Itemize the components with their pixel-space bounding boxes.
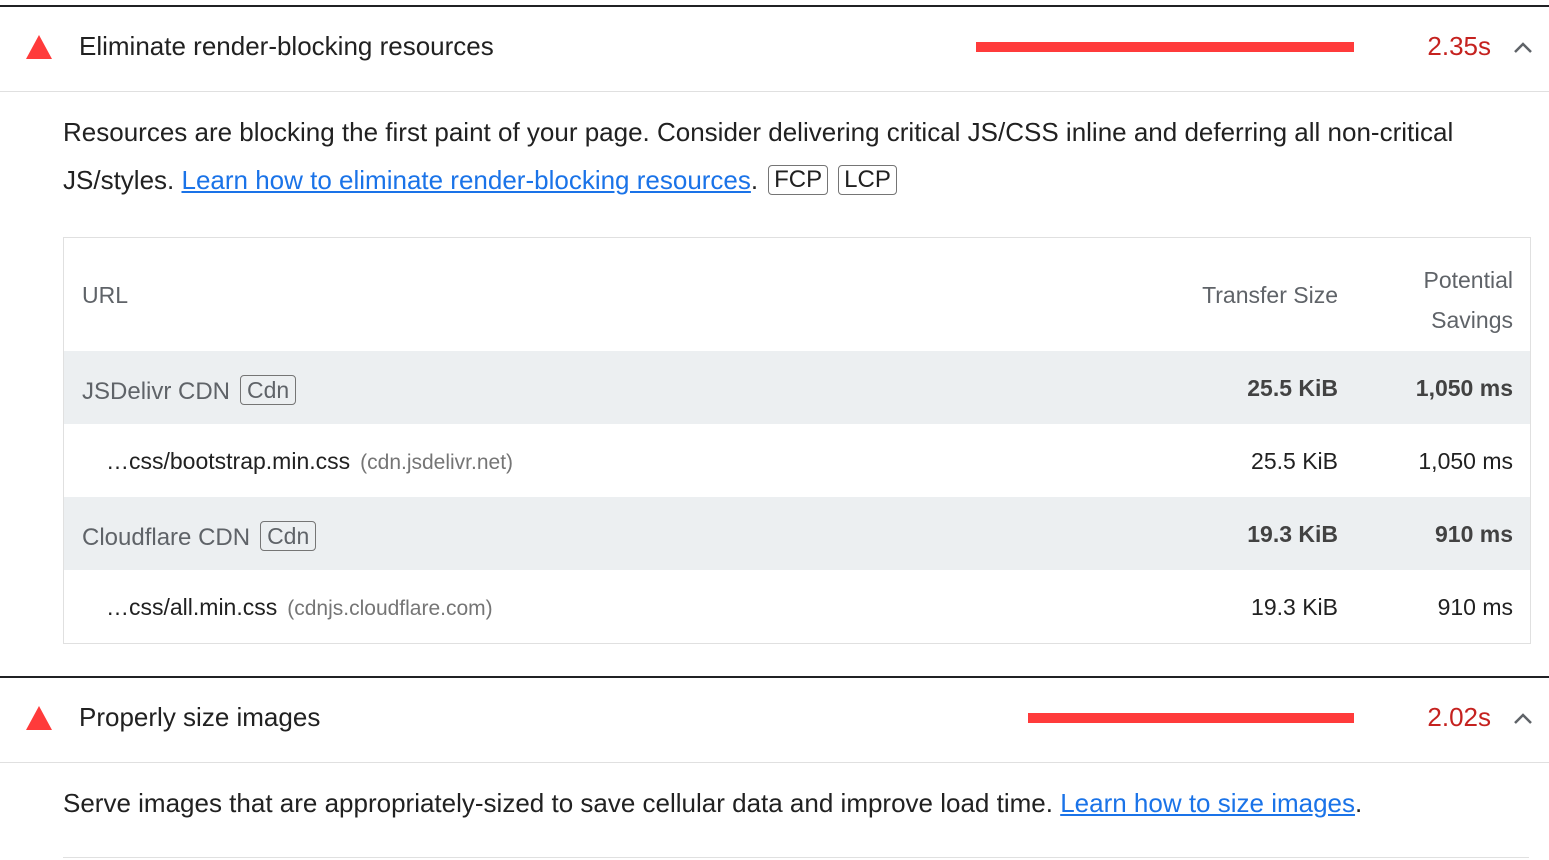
table-top-border [63,857,1529,858]
column-header-savings-line2: Savings [1431,307,1513,333]
audit-title: Properly size images [79,702,321,732]
audit-title: Eliminate render-blocking resources [79,31,494,61]
resource-savings: 1,050 ms [1418,448,1513,474]
group-label: JSDelivr CDN [82,378,231,405]
warning-triangle-icon [26,35,52,59]
metric-chip-fcp: FCP [768,165,829,195]
description-text: Serve images that are appropriately-size… [63,788,1061,818]
resource-savings: 910 ms [1437,594,1513,620]
group-transfer-size: 25.5 KiB [1247,375,1338,401]
resource-transfer-size: 25.5 KiB [1251,448,1338,474]
description-end: . [750,165,759,195]
learn-more-link[interactable]: Learn how to eliminate render-blocking r… [181,165,750,195]
description-end: . [1355,788,1363,818]
savings-bar [976,42,1354,52]
table-group-row: JSDelivr CDN Cdn 25.5 KiB 1,050 ms [64,351,1530,424]
column-header-url: URL [82,282,129,308]
resource-path: …css/bootstrap.min.css [106,448,351,474]
metric-chip-lcp: LCP [838,165,897,195]
resource-host: (cdn.jsdelivr.net) [360,451,514,474]
resource-url[interactable]: …css/bootstrap.min.css (cdn.jsdelivr.net) [106,448,513,475]
column-header-potential-savings: Potential Savings [1423,260,1513,340]
group-savings: 1,050 ms [1415,375,1513,401]
learn-more-link[interactable]: Learn how to size images [1060,788,1355,818]
resource-host: (cdnjs.cloudflare.com) [287,597,493,620]
resource-path: …css/all.min.css [106,594,278,620]
group-name: JSDelivr CDN Cdn [82,375,297,406]
resources-table: URL Transfer Size Potential Savings JSDe… [63,237,1531,644]
audit-header-size-images[interactable]: Properly size images 2.02s [0,678,1549,763]
table-group-row: Cloudflare CDN Cdn 19.3 KiB 910 ms [64,497,1530,570]
group-transfer-size: 19.3 KiB [1247,521,1338,547]
savings-value: 2.35s [1427,31,1491,61]
table-row: …css/all.min.css (cdnjs.cloudflare.com) 1… [64,570,1530,643]
warning-triangle-icon [26,706,52,730]
group-label: Cloudflare CDN [82,524,251,551]
resource-url[interactable]: …css/all.min.css (cdnjs.cloudflare.com) [106,594,493,621]
table-row: …css/bootstrap.min.css (cdn.jsdelivr.net)… [64,424,1530,497]
savings-bar [1028,713,1354,723]
audit-description: Serve images that are appropriately-size… [63,779,1503,827]
cdn-tag: Cdn [240,375,297,405]
column-header-transfer-size: Transfer Size [1202,282,1338,308]
cdn-tag: Cdn [260,521,317,551]
savings-value: 2.02s [1427,702,1491,732]
table-header-row: URL Transfer Size Potential Savings [64,238,1530,351]
chevron-up-icon[interactable] [1512,40,1534,54]
column-header-savings-line1: Potential [1423,267,1513,293]
audit-description: Resources are blocking the first paint o… [63,108,1503,204]
audit-header-render-blocking[interactable]: Eliminate render-blocking resources 2.35… [0,7,1549,92]
group-name: Cloudflare CDN Cdn [82,521,317,552]
group-savings: 910 ms [1434,521,1513,547]
resource-transfer-size: 19.3 KiB [1251,594,1338,620]
chevron-up-icon[interactable] [1512,711,1534,725]
